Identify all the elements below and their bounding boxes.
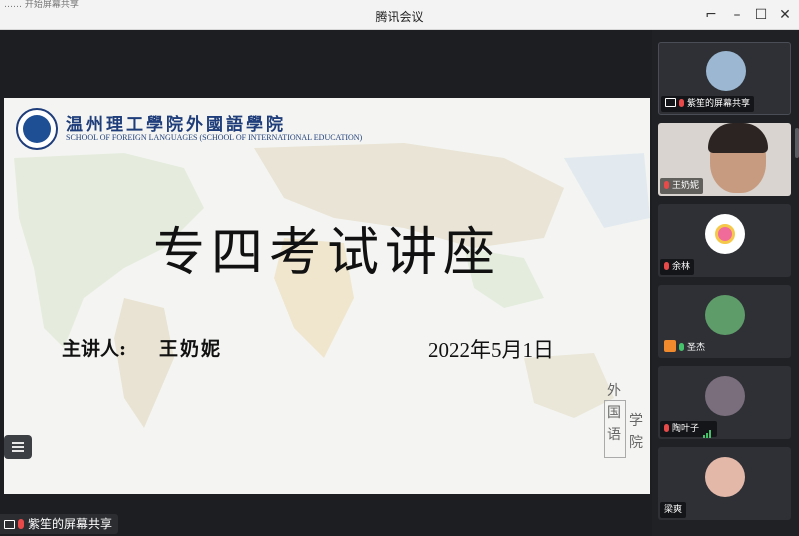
department-seal: 外 国 语 学 院 [602,380,646,462]
participant-label: 圣杰 [660,340,709,356]
avatar [705,295,745,335]
world-map-background [4,98,650,494]
panel-scrollbar[interactable] [795,128,799,158]
participant-hair [708,123,768,153]
title-bar: …… 开始屏幕共享 腾讯会议 ⌐ – ☐ ✕ [0,0,799,30]
pin-icon[interactable]: ⌐ [700,5,722,25]
participant-tile[interactable]: 王奶妮 [658,123,791,196]
participant-tile[interactable]: 梁爽 [658,447,791,520]
microphone-icon [679,343,684,351]
participant-label: 梁爽 [660,502,687,518]
avatar [706,51,746,91]
meeting-window: …… 开始屏幕共享 腾讯会议 ⌐ – ☐ ✕ 温州理工學院外國語學院 SCHOO… [0,0,799,536]
host-icon [664,340,676,352]
participant-label: 陶叶子 [660,421,718,438]
close-icon[interactable]: ✕ [774,5,796,25]
avatar [705,457,745,497]
slide-title: 专四考试讲座 [152,223,501,283]
speaker-name: 王奶妮 [159,338,223,360]
participant-tile[interactable]: 紫笙的屏幕共享 [658,42,791,115]
speaker-label: 主讲人: [62,338,127,360]
participant-label: 紫笙的屏幕共享 [661,96,755,112]
presentation-slide: 温州理工學院外國語學院 SCHOOL OF FOREIGN LANGUAGES … [4,98,650,494]
microphone-muted-icon [664,424,669,432]
list-menu-icon[interactable] [4,435,32,459]
shared-screen-stage: 温州理工學院外國語學院 SCHOOL OF FOREIGN LANGUAGES … [0,30,652,536]
participant-tile[interactable]: 余林 [658,204,791,277]
participant-label: 王奶妮 [660,178,704,194]
participant-tile[interactable]: 圣杰 [658,285,791,358]
avatar [705,376,745,416]
avatar [705,214,745,254]
speaking-indicator-icon [703,422,713,438]
microphone-muted-icon [664,262,669,270]
screen-share-icon [665,98,676,107]
slide-date: 2022年5月1日 [428,338,554,362]
school-name-english: SCHOOL OF FOREIGN LANGUAGES (SCHOOL OF I… [66,133,363,142]
microphone-muted-icon [664,181,669,189]
school-logo [16,108,58,150]
microphone-muted-icon [679,99,684,107]
participant-label: 余林 [660,259,695,275]
screen-share-icon [4,520,15,529]
school-name-chinese: 温州理工學院外國語學院 [66,115,286,135]
minimize-icon[interactable]: – [726,5,748,25]
screen-share-label: 紫笙的屏幕共享 [0,514,119,534]
maximize-icon[interactable]: ☐ [750,5,772,25]
window-title: 腾讯会议 [375,10,424,24]
microphone-muted-icon [18,519,24,529]
participant-tile[interactable]: 陶叶子 [658,366,791,439]
participant-panel: 紫笙的屏幕共享 王奶妮 余林 圣杰 陶叶子 梁爽 [652,30,799,536]
